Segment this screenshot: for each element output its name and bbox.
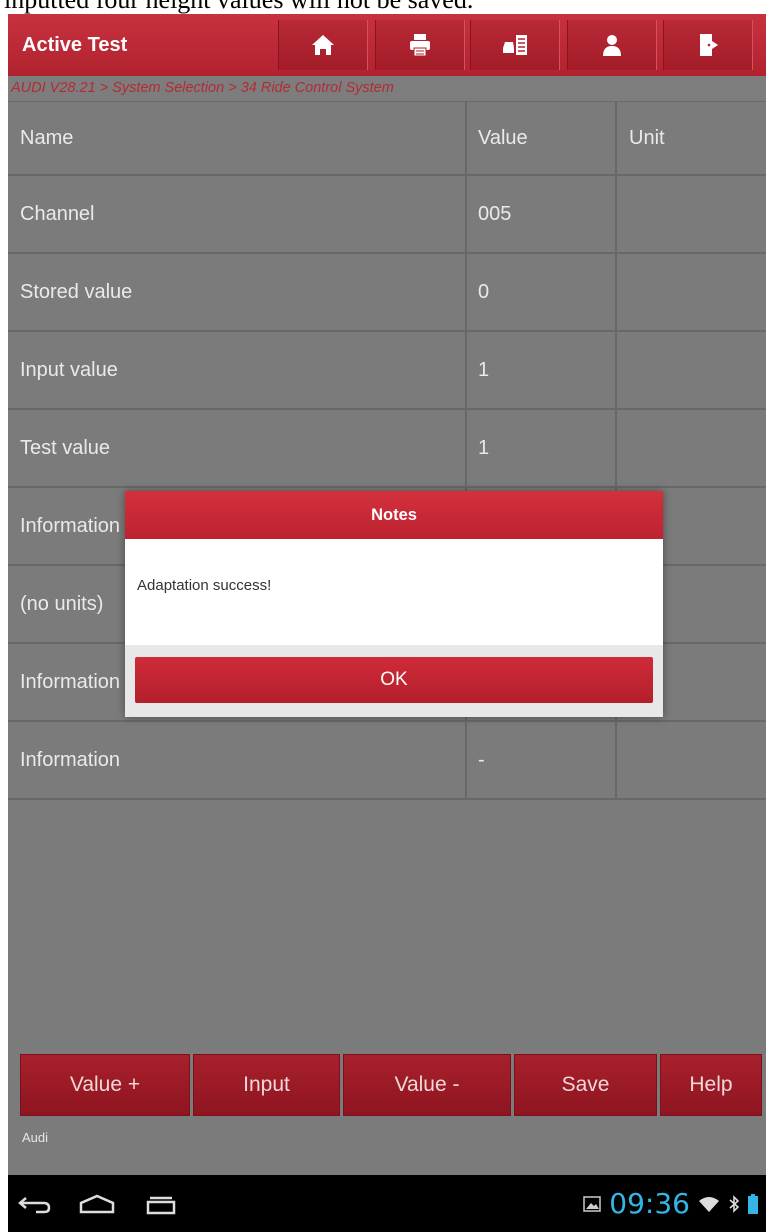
battery-icon [748,1193,758,1214]
app-screen: Active Test AUDI V28.21 > System Selecti… [8,14,766,1232]
caption-text: inputted four height values will not be … [4,0,473,14]
back-button[interactable] [8,1189,60,1219]
dialog-title: Notes [125,491,663,539]
back-icon [18,1197,51,1214]
modal-overlay: Notes Adaptation success! OK [8,14,766,1175]
clock: 09:36 [609,1187,690,1220]
recent-apps-icon [146,1196,176,1215]
android-nav-bar: 09:36 [8,1175,766,1232]
home-nav-button[interactable] [71,1189,123,1219]
dialog-message: Adaptation success! [137,577,272,594]
document-caption: inputted four height values will not be … [0,0,766,14]
system-tray: 09:36 [583,1175,758,1232]
dialog-footer: OK [125,645,663,717]
wifi-icon [699,1196,719,1212]
notes-dialog: Notes Adaptation success! OK [125,491,663,717]
recent-apps-button[interactable] [136,1189,188,1219]
ok-button[interactable]: OK [135,657,653,703]
home-nav-icon [79,1194,115,1214]
gallery-icon [583,1195,602,1212]
bluetooth-icon [729,1194,740,1213]
